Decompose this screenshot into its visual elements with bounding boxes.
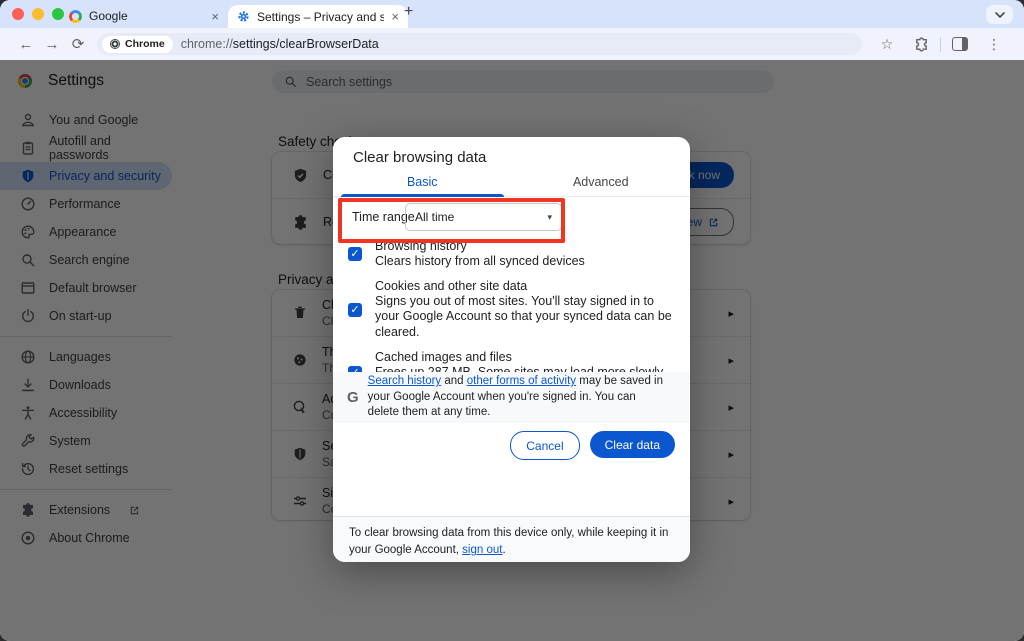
cancel-button[interactable]: Cancel bbox=[510, 431, 579, 460]
bookmark-star-icon[interactable]: ☆ bbox=[870, 36, 904, 53]
back-button[interactable]: ← bbox=[13, 36, 39, 53]
close-tab-icon[interactable]: × bbox=[391, 10, 399, 23]
side-panel-icon[interactable] bbox=[943, 37, 977, 51]
google-g-icon: G bbox=[347, 389, 359, 406]
tab-google[interactable]: Google × bbox=[60, 4, 228, 28]
extensions-icon[interactable] bbox=[904, 37, 938, 52]
chrome-logo-icon bbox=[110, 39, 120, 49]
tab-title: Settings – Privacy and securi bbox=[257, 10, 384, 24]
checkbox-checked-icon[interactable]: ✓ bbox=[348, 247, 362, 261]
caret-down-icon: ▾ bbox=[547, 212, 552, 223]
url-path: settings/clearBrowserData bbox=[233, 37, 379, 51]
url-text: chrome://settings/clearBrowserData bbox=[181, 37, 379, 51]
dialog-title: Clear browsing data bbox=[353, 149, 486, 166]
tab-search-button[interactable] bbox=[986, 5, 1013, 24]
toolbar-actions: ☆ ⋮ bbox=[870, 36, 1011, 53]
address-bar[interactable]: Chrome chrome://settings/clearBrowserDat… bbox=[97, 33, 862, 55]
option-title: Cached images and files bbox=[375, 350, 676, 364]
url-scheme: chrome:// bbox=[181, 37, 233, 51]
macos-window-controls bbox=[12, 8, 64, 20]
search-history-link[interactable]: Search history bbox=[368, 375, 442, 387]
new-tab-button[interactable]: + bbox=[404, 3, 413, 21]
checkbox-checked-icon[interactable]: ✓ bbox=[348, 303, 362, 317]
reload-button[interactable]: ⟳ bbox=[65, 35, 91, 53]
toolbar-divider bbox=[940, 37, 941, 52]
option-description: Signs you out of most sites. You'll stay… bbox=[375, 294, 676, 341]
browser-window: Google × Settings – Privacy and securi ×… bbox=[0, 0, 1024, 641]
browser-menu-kebab-icon[interactable]: ⋮ bbox=[977, 36, 1011, 53]
chevron-down-icon bbox=[995, 12, 1005, 18]
option-title: Browsing history bbox=[375, 239, 585, 253]
clear-data-button[interactable]: Clear data bbox=[590, 431, 675, 458]
option-cookies: ✓ Cookies and other site data Signs you … bbox=[348, 279, 676, 341]
time-range-select[interactable]: All time ▾ bbox=[405, 203, 562, 231]
close-window-button[interactable] bbox=[12, 8, 24, 20]
option-title: Cookies and other site data bbox=[375, 279, 676, 293]
option-browsing-history: ✓ Browsing history Clears history from a… bbox=[348, 239, 676, 270]
dialog-tabs: Basic Advanced bbox=[333, 171, 690, 197]
tab-strip: Google × Settings – Privacy and securi ×… bbox=[0, 0, 1024, 28]
other-activity-link[interactable]: other forms of activity bbox=[467, 375, 576, 387]
forward-button[interactable]: → bbox=[39, 36, 65, 53]
google-account-note: G Search history and other forms of acti… bbox=[333, 372, 690, 423]
footer-text-end: . bbox=[502, 544, 505, 556]
sign-out-link[interactable]: sign out bbox=[462, 544, 502, 556]
chrome-url-chip: Chrome bbox=[102, 36, 173, 53]
tab-title: Google bbox=[89, 9, 204, 23]
note-mid: and bbox=[441, 375, 467, 387]
google-favicon-icon bbox=[69, 10, 82, 23]
settings-page: Settings Search settings You and Google … bbox=[0, 60, 1024, 641]
time-range-value: All time bbox=[415, 210, 454, 224]
tab-settings[interactable]: Settings – Privacy and securi × bbox=[228, 5, 408, 28]
close-tab-icon[interactable]: × bbox=[211, 10, 219, 23]
tab-advanced[interactable]: Advanced bbox=[512, 171, 691, 196]
browser-toolbar: ← → ⟳ Chrome chrome://settings/clearBrow… bbox=[0, 28, 1024, 60]
tab-basic[interactable]: Basic bbox=[333, 171, 512, 196]
minimize-window-button[interactable] bbox=[32, 8, 44, 20]
dialog-actions: Cancel Clear data bbox=[510, 431, 675, 460]
dialog-footer: To clear browsing data from this device … bbox=[333, 516, 690, 562]
option-description: Clears history from all synced devices bbox=[375, 254, 585, 270]
chip-label: Chrome bbox=[125, 38, 165, 50]
footer-text: To clear browsing data from this device … bbox=[349, 527, 668, 556]
clear-browsing-data-dialog: Clear browsing data Basic Advanced Time … bbox=[333, 137, 690, 562]
settings-gear-favicon-icon bbox=[237, 10, 250, 23]
note-text: Search history and other forms of activi… bbox=[368, 374, 668, 421]
